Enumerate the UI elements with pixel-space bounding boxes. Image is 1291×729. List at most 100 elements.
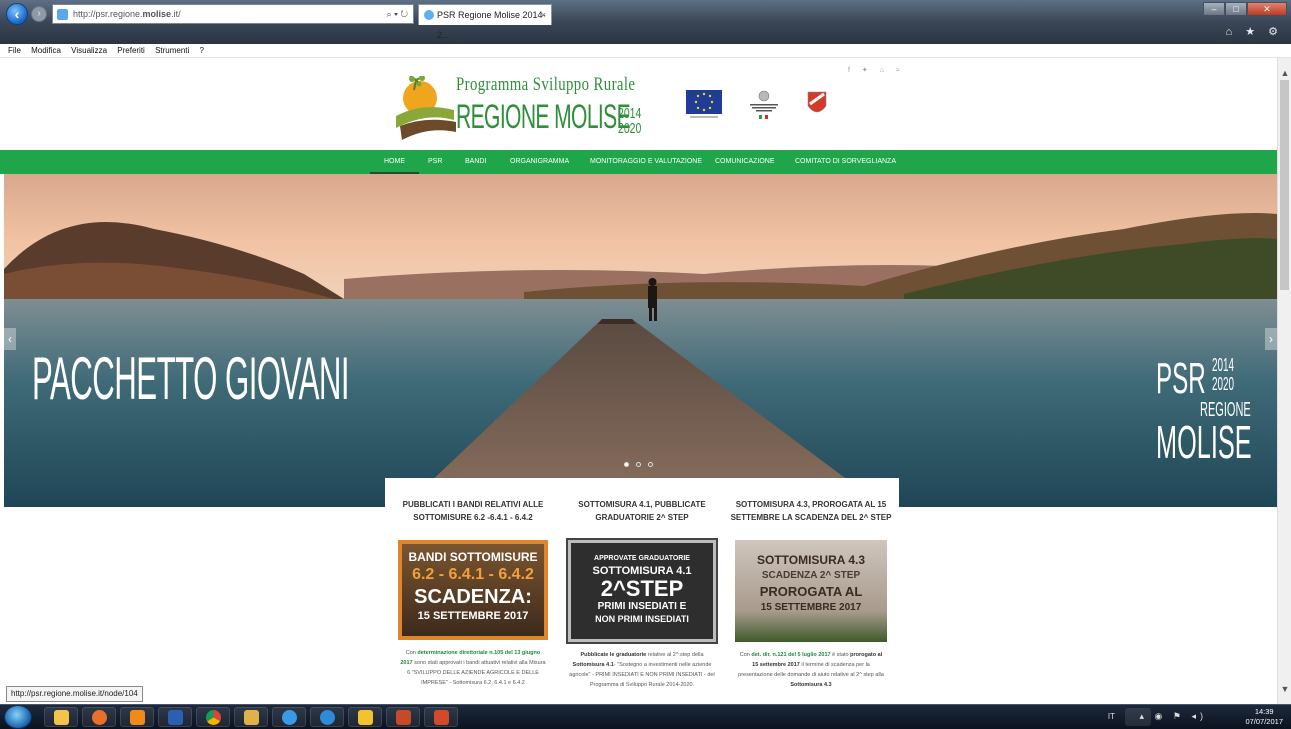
nav-comitato[interactable]: COMITATO DI SORVEGLIANZA bbox=[795, 150, 896, 174]
news-image[interactable]: APPROVATE GRADUATORIE SOTTOMISURA 4.1 2^… bbox=[566, 538, 718, 644]
logo-landscape-icon bbox=[396, 76, 456, 140]
browser-tab[interactable]: PSR Regione Molise 2014-2... × bbox=[418, 4, 552, 40]
slider-dot-2[interactable] bbox=[636, 462, 641, 467]
taskbar-app3[interactable] bbox=[424, 707, 458, 727]
news-image[interactable]: SOTTOMISURA 4.3 SCADENZA 2^ STEP PROROGA… bbox=[735, 540, 887, 642]
browser-chrome: ‹ › http://psr.regione.molise.it/ ⌕ ▾ ↻ … bbox=[0, 0, 1291, 44]
scroll-up-icon[interactable]: ▲ bbox=[1278, 66, 1291, 80]
site-header: Programma Sviluppo Rurale REGIONE MOLISE… bbox=[0, 58, 1277, 150]
windows-taskbar: IT ▴ ◉ ⚑ ◂) 14:39 07/07/2017 bbox=[0, 704, 1291, 729]
nav-organigramma[interactable]: ORGANIGRAMMA bbox=[510, 150, 569, 174]
institution-logos bbox=[686, 88, 836, 122]
nav-psr[interactable]: PSR bbox=[428, 150, 442, 174]
nav-home[interactable]: HOME bbox=[370, 150, 419, 174]
taskbar-explorer[interactable] bbox=[44, 707, 78, 727]
language-indicator[interactable]: IT bbox=[1108, 712, 1115, 721]
news-card[interactable]: SOTTOMISURA 4.1, PUBBLICATE GRADUATORIE … bbox=[560, 478, 724, 690]
slider-prev-icon[interactable]: ‹ bbox=[4, 328, 16, 350]
tray-icons[interactable]: ▴ ◉ ⚑ ◂) bbox=[1140, 711, 1207, 722]
news-image-line: NON PRIMI INSEDIATI bbox=[595, 614, 689, 624]
close-window-button[interactable]: ✕ bbox=[1247, 2, 1287, 16]
maximize-button[interactable]: □ bbox=[1225, 2, 1247, 16]
hero-year-top: 2014 bbox=[1212, 355, 1235, 375]
news-card[interactable]: SOTTOMISURA 4.3, PROROGATA AL 15 SETTEMB… bbox=[729, 478, 893, 690]
logo-year-bottom: 2020 bbox=[618, 120, 642, 137]
taskbar-word[interactable] bbox=[158, 707, 192, 727]
news-image-line: SCADENZA 2^ STEP bbox=[761, 570, 861, 581]
taskbar-app2[interactable] bbox=[386, 707, 420, 727]
taskbar-files[interactable] bbox=[234, 707, 268, 727]
forward-button[interactable]: › bbox=[31, 6, 47, 22]
news-image-line: APPROVATE GRADUATORIE bbox=[594, 555, 690, 562]
news-image-line: 15 SETTEMBRE 2017 bbox=[760, 602, 862, 613]
social-icons[interactable]: f ✦ ⌂ ≈ bbox=[848, 66, 905, 74]
menu-strumenti[interactable]: Strumenti bbox=[155, 46, 189, 55]
hero-lake-image bbox=[4, 174, 1277, 507]
logo-line2: REGIONE MOLISE bbox=[456, 98, 631, 136]
logo-year-top: 2014 bbox=[618, 105, 642, 122]
address-bar[interactable]: http://psr.regione.molise.it/ ⌕ ▾ ↻ bbox=[52, 4, 414, 24]
tab-close-icon[interactable]: × bbox=[541, 5, 546, 25]
menu-visualizza[interactable]: Visualizza bbox=[71, 46, 107, 55]
start-button[interactable] bbox=[4, 705, 32, 729]
menu-file[interactable]: File bbox=[8, 46, 21, 55]
toolbar-icons[interactable]: ⌂ ★ ⚙ bbox=[1226, 25, 1283, 38]
site-logo[interactable]: Programma Sviluppo Rurale REGIONE MOLISE… bbox=[392, 70, 642, 148]
nav-comunicazione[interactable]: COMUNICAZIONE bbox=[715, 150, 775, 174]
news-card[interactable]: PUBBLICATI I BANDI RELATIVI ALLE SOTTOMI… bbox=[391, 478, 555, 688]
scroll-down-icon[interactable]: ▼ bbox=[1278, 682, 1291, 696]
news-body-text: Con bbox=[405, 650, 418, 656]
ministry-emblem-icon bbox=[750, 90, 778, 120]
news-image-line: SCADENZA: bbox=[414, 586, 532, 608]
minimize-button[interactable]: – bbox=[1203, 2, 1225, 16]
news-title[interactable]: SOTTOMISURA 4.3, PROROGATA AL 15 SETTEMB… bbox=[729, 498, 893, 540]
hero-molise-text: MOLISE bbox=[1156, 416, 1252, 468]
logo-years: 2014 2020 bbox=[618, 106, 641, 136]
tab-title: PSR Regione Molise 2014-2... bbox=[437, 10, 546, 40]
address-prefix: http://psr.regione. bbox=[73, 9, 143, 19]
internet-explorer-icon bbox=[282, 710, 297, 725]
back-button[interactable]: ‹ bbox=[6, 3, 28, 25]
main-nav: HOME PSR BANDI ORGANIGRAMMA MONITORAGGIO… bbox=[0, 150, 1277, 174]
shield-icon bbox=[358, 710, 373, 725]
taskbar-security[interactable] bbox=[348, 707, 382, 727]
clock-date: 07/07/2017 bbox=[1245, 717, 1283, 726]
slider-next-icon[interactable]: › bbox=[1265, 328, 1277, 350]
menu-help[interactable]: ? bbox=[200, 46, 204, 55]
taskbar-app[interactable] bbox=[310, 707, 344, 727]
status-url-tooltip: http://psr.regione.molise.it/node/104 bbox=[6, 686, 143, 702]
page-scrollbar[interactable]: ▲ ▼ bbox=[1277, 58, 1291, 704]
eu-flag-icon bbox=[686, 90, 722, 118]
menu-preferiti[interactable]: Preferiti bbox=[117, 46, 145, 55]
news-title[interactable]: PUBBLICATI I BANDI RELATIVI ALLE SOTTOMI… bbox=[391, 498, 555, 540]
web-page: Programma Sviluppo Rurale REGIONE MOLISE… bbox=[0, 58, 1277, 704]
nav-bandi[interactable]: BANDI bbox=[465, 150, 486, 174]
outlook-icon bbox=[130, 710, 145, 725]
news-body-text: Con bbox=[739, 652, 752, 658]
taskbar-chrome[interactable] bbox=[196, 707, 230, 727]
hero-psr-logo: PSR 2014 2020 REGIONE MOLISE bbox=[1156, 354, 1277, 468]
hero-slider[interactable]: PACCHETTO GIOVANI PSR 2014 2020 REGIONE … bbox=[4, 174, 1277, 507]
hero-title-left: PACCHETTO GIOVANI bbox=[32, 345, 350, 412]
slider-dot-1[interactable] bbox=[624, 462, 629, 467]
taskbar-firefox[interactable] bbox=[82, 707, 116, 727]
news-body: Pubblicate le graduatorie relative al 2^… bbox=[560, 650, 724, 690]
news-body: Con det. dir. n.121 del 5 luglio 2017 è … bbox=[729, 650, 893, 690]
hero-year-bottom: 2020 bbox=[1212, 374, 1235, 394]
address-domain: molise bbox=[142, 9, 172, 19]
taskbar-outlook[interactable] bbox=[120, 707, 154, 727]
news-body-bold: Sottomisura 4.1 bbox=[572, 662, 614, 668]
menu-modifica[interactable]: Modifica bbox=[31, 46, 61, 55]
news-title[interactable]: SOTTOMISURA 4.1, PUBBLICATE GRADUATORIE … bbox=[560, 498, 724, 540]
news-image[interactable]: BANDI SOTTOMISURE 6.2 - 6.4.1 - 6.4.2 SC… bbox=[398, 540, 548, 640]
slider-dot-3[interactable] bbox=[648, 462, 653, 467]
news-body-link[interactable]: det. dir. n.121 del 5 luglio 2017 bbox=[751, 652, 830, 658]
address-tools-icon[interactable]: ⌕ ▾ ↻ bbox=[387, 5, 408, 23]
address-suffix: .it/ bbox=[171, 9, 181, 19]
files-icon bbox=[244, 710, 259, 725]
nav-monitoraggio[interactable]: MONITORAGGIO E VALUTAZIONE bbox=[590, 150, 702, 174]
window-controls: – □ ✕ bbox=[1203, 2, 1287, 16]
scroll-thumb[interactable] bbox=[1280, 80, 1289, 290]
taskbar-clock[interactable]: 14:39 07/07/2017 bbox=[1245, 707, 1283, 727]
taskbar-ie[interactable] bbox=[272, 707, 306, 727]
